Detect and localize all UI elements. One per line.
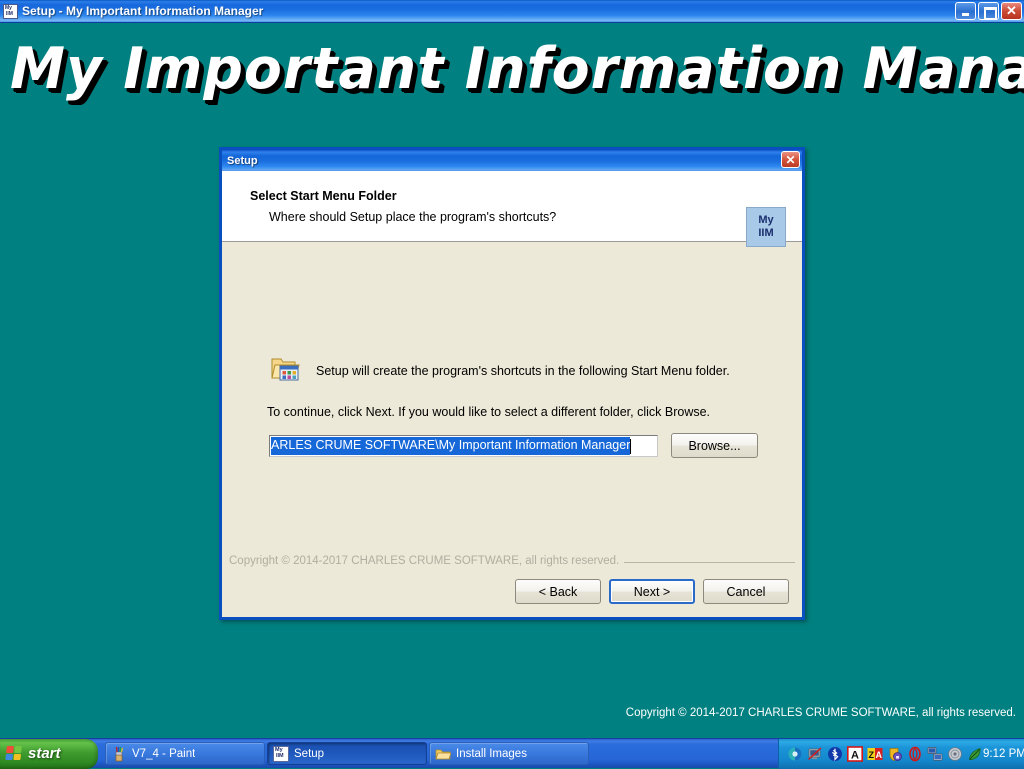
gem-icon[interactable]: [787, 746, 803, 762]
header-icon-line2: IIM: [758, 227, 774, 239]
avg-antivirus-icon[interactable]: A: [847, 746, 863, 762]
browse-button[interactable]: Browse...: [671, 433, 758, 458]
dialog-button-row: < Back Next > Cancel: [515, 579, 789, 604]
tray-icon-group: A Z A: [787, 746, 983, 762]
header-icon-line1: My: [758, 214, 774, 226]
security-shield-icon[interactable]: [887, 746, 903, 762]
restore-button[interactable]: [978, 2, 999, 20]
windows-flag-icon: [5, 745, 24, 762]
my-iim-icon: [273, 745, 289, 762]
body-description-line2: To continue, click Next. If you would li…: [267, 405, 711, 419]
main-window-titlebar: Setup - My Important Information Manager…: [0, 0, 1024, 23]
opera-icon[interactable]: [907, 746, 923, 762]
taskbar: start V7_4 - Paint Setup Install Images: [0, 738, 1024, 769]
folder-icon: [435, 749, 451, 759]
network-disconnected-icon[interactable]: [807, 746, 823, 762]
cancel-button[interactable]: Cancel: [703, 579, 789, 604]
leaf-icon[interactable]: [967, 746, 983, 762]
dialog-footer: Copyright © 2014-2017 CHARLES CRUME SOFT…: [222, 550, 802, 617]
taskbar-item-label: Install Images: [456, 747, 527, 760]
bluetooth-icon[interactable]: [827, 746, 843, 762]
system-tray: A Z A 9:12 PM: [778, 739, 1024, 769]
back-button[interactable]: < Back: [515, 579, 601, 604]
close-button[interactable]: ✕: [1001, 2, 1022, 20]
footer-copyright-row: Copyright © 2014-2017 CHARLES CRUME SOFT…: [229, 554, 795, 568]
my-iim-icon: [3, 3, 18, 19]
close-icon: ✕: [785, 152, 796, 167]
dialog-header-panel: Select Start Menu Folder Where should Se…: [222, 171, 802, 247]
footer-copyright-text: Copyright © 2014-2017 CHARLES CRUME SOFT…: [229, 555, 620, 567]
next-button[interactable]: Next >: [609, 579, 695, 604]
taskbar-item-paint[interactable]: V7_4 - Paint: [105, 742, 265, 765]
page-title: Select Start Menu Folder: [250, 189, 397, 203]
taskbar-item-install-images[interactable]: Install Images: [429, 742, 589, 765]
page-subtitle: Where should Setup place the program's s…: [269, 210, 557, 224]
body-description-line1: Setup will create the program's shortcut…: [316, 364, 730, 378]
tray-clock[interactable]: 9:12 PM: [983, 748, 1024, 760]
banner-title: My Important Information Manager: [10, 36, 1024, 102]
zonealarm-icon[interactable]: Z A: [867, 746, 883, 762]
text-caret: [630, 438, 632, 454]
main-window-title: Setup - My Important Information Manager: [22, 4, 264, 18]
svg-text:A: A: [851, 750, 859, 762]
main-window-controls: ✕: [955, 2, 1022, 20]
start-menu-folder-input[interactable]: ARLES CRUME SOFTWARE\My Important Inform…: [269, 435, 658, 457]
dialog-title: Setup: [227, 154, 258, 167]
taskbar-item-label: Setup: [294, 747, 325, 760]
setup-application-window: Setup - My Important Information Manager…: [0, 0, 1024, 745]
disc-icon[interactable]: [947, 746, 963, 762]
setup-dialog: Setup ✕ Select Start Menu Folder Where s…: [219, 147, 805, 620]
footer-divider: [624, 561, 795, 563]
dialog-body: Setup will create the program's shortcut…: [222, 242, 802, 550]
network-computers-icon[interactable]: [927, 746, 943, 762]
start-button-label: start: [28, 745, 61, 762]
close-icon: ✕: [1006, 3, 1017, 18]
taskbar-item-setup[interactable]: Setup: [267, 742, 427, 765]
taskbar-task-buttons: V7_4 - Paint Setup Install Images: [105, 742, 589, 765]
paint-icon: [115, 746, 124, 761]
desktop-copyright-text: Copyright © 2014-2017 CHARLES CRUME SOFT…: [625, 707, 1016, 719]
dialog-close-button[interactable]: ✕: [781, 151, 800, 168]
svg-text:Z: Z: [868, 750, 874, 760]
dialog-titlebar: Setup ✕: [222, 150, 802, 171]
start-menu-folder-value: ARLES CRUME SOFTWARE\My Important Inform…: [271, 437, 631, 455]
app-banner: My Important Information Manager: [10, 36, 1024, 104]
taskbar-item-label: V7_4 - Paint: [132, 747, 196, 760]
start-button[interactable]: start: [0, 738, 98, 769]
minimize-button[interactable]: [955, 2, 976, 20]
my-iim-icon: My IIM: [746, 207, 786, 247]
folder-program-group-icon: [271, 358, 300, 381]
svg-text:A: A: [876, 750, 883, 760]
